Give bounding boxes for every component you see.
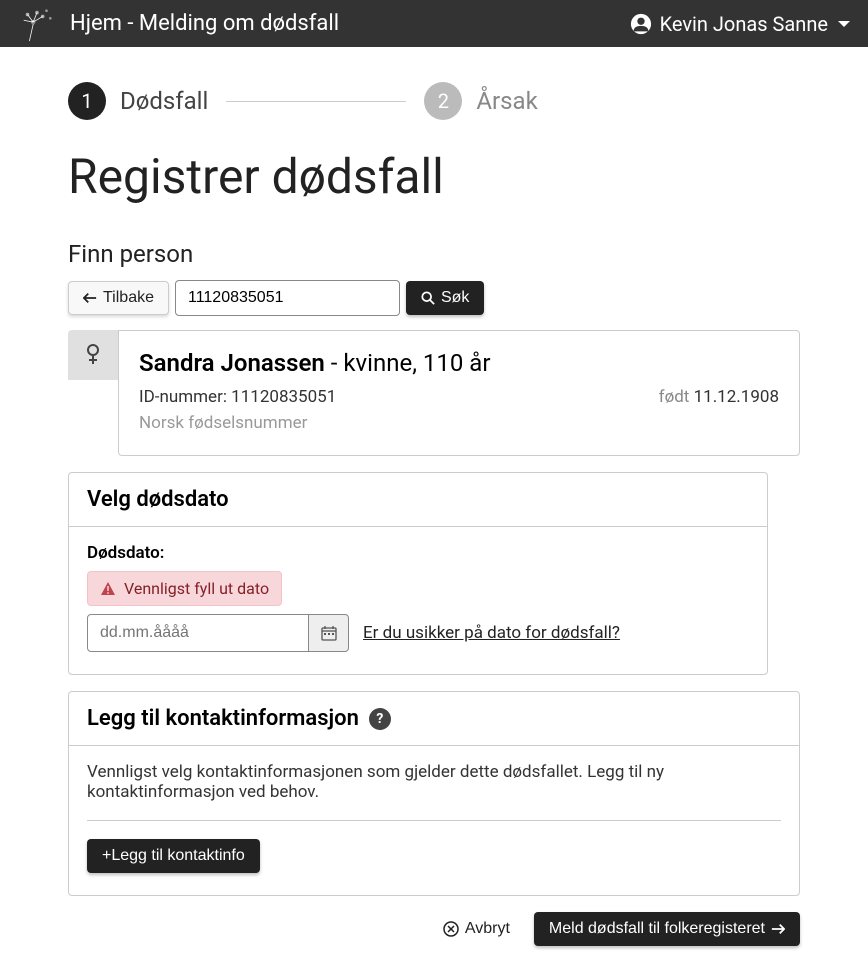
back-button-label: Tilbake <box>103 289 154 307</box>
app-logo-icon <box>18 5 56 43</box>
add-contact-button[interactable]: +Legg til kontaktinfo <box>87 839 260 873</box>
main-content: 1 Dødsfall 2 Årsak Registrer dødsfall Fi… <box>0 47 868 966</box>
date-row: Er du usikker på dato for dødsfall? <box>87 614 749 652</box>
calendar-icon <box>321 625 337 641</box>
date-picker-button[interactable] <box>309 614 349 652</box>
warning-icon <box>100 581 116 597</box>
person-name: Sandra Jonassen <box>139 349 325 377</box>
step-2-label: Årsak <box>476 87 537 115</box>
header-title[interactable]: Hjem - Melding om dødsfall <box>70 11 339 36</box>
gender-badge <box>68 330 118 380</box>
step-line <box>226 101 406 102</box>
user-name: Kevin Jonas Sanne <box>660 12 828 36</box>
user-icon <box>630 13 652 35</box>
find-person-title: Finn person <box>68 240 800 268</box>
person-meta: - kvinne, 110 år <box>325 349 491 377</box>
cancel-button[interactable]: Avbryt <box>429 913 524 945</box>
footer-actions: Avbryt Meld dødsfall til folkeregisteret <box>68 912 800 946</box>
search-row: Tilbake Søk <box>68 280 800 316</box>
back-button[interactable]: Tilbake <box>68 281 169 315</box>
header-left: Hjem - Melding om dødsfall <box>18 5 339 43</box>
submit-button[interactable]: Meld dødsfall til folkeregisteret <box>534 912 800 946</box>
search-input[interactable] <box>175 280 400 316</box>
death-date-label: Dødsdato: <box>87 543 749 563</box>
death-date-panel: Velg dødsdato Dødsdato: Vennligst fyll u… <box>68 472 768 675</box>
id-type: Norsk fødselsnummer <box>139 413 779 433</box>
help-icon[interactable]: ? <box>369 708 391 730</box>
submit-label: Meld dødsfall til folkeregisteret <box>549 920 765 938</box>
person-name-row: Sandra Jonassen - kvinne, 110 år <box>139 349 779 377</box>
unsure-date-link[interactable]: Er du usikker på dato for dødsfall? <box>363 623 620 643</box>
user-menu[interactable]: Kevin Jonas Sanne <box>630 12 850 36</box>
death-date-panel-body: Dødsdato: Vennligst fyll ut dato <box>69 527 767 674</box>
search-icon <box>421 291 435 305</box>
person-id: ID-nummer: 11120835051 <box>139 387 336 407</box>
search-button[interactable]: Søk <box>406 281 484 315</box>
step-2-number: 2 <box>424 82 462 120</box>
cancel-label: Avbryt <box>465 920 510 938</box>
person-card-wrap: Sandra Jonassen - kvinne, 110 år ID-numm… <box>68 330 800 456</box>
person-card: Sandra Jonassen - kvinne, 110 år ID-numm… <box>118 330 800 456</box>
contact-panel: Legg til kontaktinformasjon ? Vennligst … <box>68 691 800 896</box>
person-born: født 11.12.1908 <box>659 387 779 407</box>
search-button-label: Søk <box>441 289 469 307</box>
step-2: 2 Årsak <box>424 82 537 120</box>
chevron-down-icon <box>838 21 850 27</box>
contact-description: Vennligst velg kontaktinformasjonen som … <box>87 762 781 802</box>
alert-text: Vennligst fyll ut dato <box>124 579 269 598</box>
arrow-right-icon <box>771 922 785 936</box>
close-icon <box>443 921 459 937</box>
step-1-label: Dødsfall <box>120 87 208 115</box>
stepper: 1 Dødsfall 2 Årsak <box>68 82 800 120</box>
date-input-group <box>87 614 349 652</box>
contact-panel-title: Legg til kontaktinformasjon <box>87 706 359 731</box>
death-date-panel-title: Velg dødsdato <box>69 473 767 527</box>
female-icon <box>85 344 101 366</box>
divider <box>87 820 781 821</box>
contact-panel-body: Vennligst velg kontaktinformasjonen som … <box>69 746 799 895</box>
step-1: 1 Dødsfall <box>68 82 208 120</box>
arrow-left-icon <box>83 291 97 305</box>
contact-panel-header: Legg til kontaktinformasjon ? <box>69 692 799 746</box>
death-date-input[interactable] <box>87 614 309 652</box>
date-alert: Vennligst fyll ut dato <box>87 571 282 606</box>
page-title: Registrer dødsfall <box>68 148 800 205</box>
step-1-number: 1 <box>68 82 106 120</box>
app-header: Hjem - Melding om dødsfall Kevin Jonas S… <box>0 0 868 47</box>
person-id-row: ID-nummer: 11120835051 født 11.12.1908 <box>139 387 779 407</box>
